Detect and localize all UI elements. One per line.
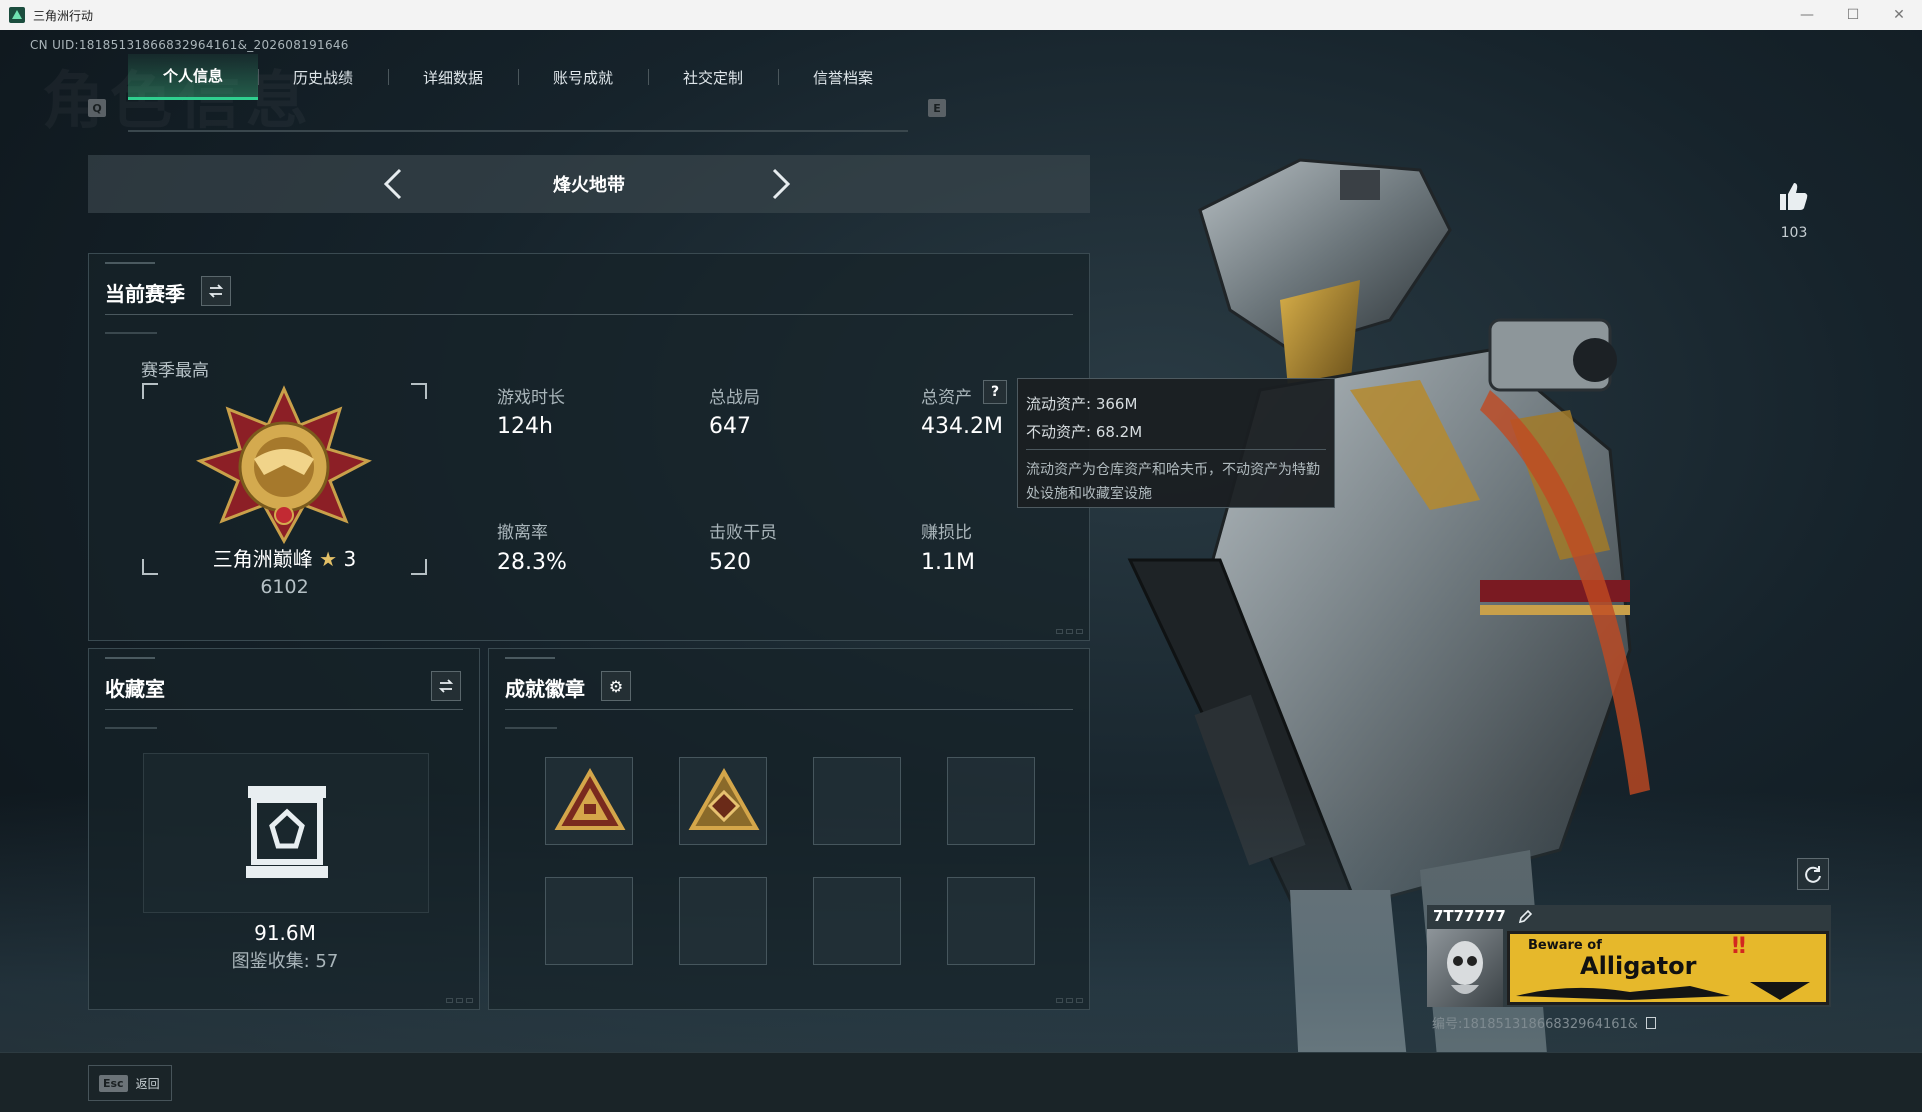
- stat-label: 赚损比: [921, 523, 972, 543]
- tab-next-key-hint[interactable]: E: [928, 99, 946, 117]
- back-label: 返回: [135, 1076, 160, 1091]
- rank-frame: 三角洲巅峰 ★ 3 6102: [142, 383, 427, 598]
- rank-emblem-icon: [196, 385, 372, 545]
- asset-help-button[interactable]: ?: [983, 380, 1007, 404]
- thumbs-up-icon[interactable]: [1776, 180, 1810, 214]
- copy-icon[interactable]: [1646, 1017, 1657, 1029]
- rank-stars: 3: [343, 547, 357, 571]
- refresh-character-button[interactable]: [1797, 858, 1829, 890]
- banner-big-text: Alligator: [1580, 952, 1697, 980]
- badge-slot[interactable]: [545, 877, 633, 965]
- window-title: 三角洲行动: [33, 8, 94, 23]
- collection-room-panel: 收藏室 91.6M 图鉴收集: 57: [88, 648, 480, 1010]
- edit-pencil-icon[interactable]: [1517, 909, 1533, 925]
- badge-settings-button[interactable]: ⚙: [601, 671, 631, 701]
- tab-prev-key-hint[interactable]: Q: [88, 99, 106, 117]
- question-icon: ?: [990, 384, 1000, 400]
- rank-star-icon: ★: [319, 547, 338, 571]
- tab-social-custom[interactable]: 社交定制: [648, 54, 778, 100]
- stat-value: 124h: [497, 414, 553, 439]
- switch-season-button[interactable]: [201, 276, 231, 306]
- badge-slot[interactable]: [679, 877, 767, 965]
- swap-icon: [438, 679, 454, 693]
- badge-icon: [554, 767, 626, 830]
- tab-match-history[interactable]: 历史战绩: [258, 54, 388, 100]
- stat-value: 647: [709, 414, 751, 439]
- stat-label: 游戏时长: [497, 388, 565, 408]
- tab-detailed-data[interactable]: 详细数据: [388, 54, 518, 100]
- collection-preview: [143, 753, 429, 913]
- window-controls: — ☐ ✕: [1784, 0, 1922, 30]
- panel-title: 收藏室: [105, 677, 165, 701]
- assets-tooltip: 流动资产: 366M 不动资产: 68.2M 流动资产为仓库资产和哈夫币，不动资…: [1017, 378, 1335, 508]
- panel-title: 当前赛季: [105, 282, 185, 306]
- tab-credit-record[interactable]: 信誉档案: [778, 54, 908, 100]
- achievement-badges-panel: 成就徽章 ⚙: [488, 648, 1090, 1010]
- window-titlebar: 三角洲行动 — ☐ ✕: [0, 0, 1922, 30]
- badge-slot[interactable]: [947, 757, 1035, 845]
- gear-icon: ⚙: [608, 676, 624, 696]
- stat-value: 520: [709, 550, 751, 575]
- tooltip-liquid-assets: 流动资产: 366M: [1026, 394, 1138, 413]
- collection-value: 91.6M: [254, 921, 316, 945]
- rank-score: 6102: [260, 576, 309, 598]
- switch-collection-button[interactable]: [431, 671, 461, 701]
- badge-slot[interactable]: [545, 757, 633, 845]
- uid-text: CN UID:18185131866832964161&_20260819164…: [30, 38, 349, 52]
- close-button[interactable]: ✕: [1876, 0, 1922, 30]
- panel-title: 成就徽章: [505, 677, 585, 701]
- stat-value: 1.1M: [921, 550, 975, 575]
- tab-bar: 个人信息 历史战绩 详细数据 账号成就 社交定制 信誉档案: [128, 54, 908, 132]
- app-logo-icon: [9, 7, 25, 23]
- collection-count: 图鉴收集: 57: [231, 951, 339, 972]
- tab-account-achievements[interactable]: 账号成就: [518, 54, 648, 100]
- alligator-icon: [1516, 982, 1810, 1000]
- tab-personal-info[interactable]: 个人信息: [128, 54, 258, 100]
- badge-slot[interactable]: [813, 757, 901, 845]
- stat-label: 总资产: [921, 388, 972, 408]
- badge-icon: [688, 767, 760, 830]
- stat-value: 434.2M: [921, 414, 1003, 439]
- mode-name: 烽火地带: [553, 175, 625, 196]
- player-banner[interactable]: Beware of Alligator ‼: [1507, 931, 1829, 1005]
- badge-slot[interactable]: [813, 877, 901, 965]
- badge-slot[interactable]: [947, 877, 1035, 965]
- stat-label: 总战局: [709, 388, 760, 408]
- avatar[interactable]: [1427, 929, 1503, 1007]
- player-nameplate: 7T77777 Beware of Alligator ‼: [1427, 905, 1831, 1007]
- swap-icon: [208, 284, 224, 298]
- season-best-label: 赛季最高: [141, 361, 209, 381]
- tooltip-description: 流动资产为仓库资产和哈夫币，不动资产为特勤处设施和收藏室设施: [1026, 462, 1320, 502]
- back-button[interactable]: Esc 返回: [88, 1065, 172, 1101]
- stat-label: 击败干员: [709, 523, 777, 543]
- bottom-bar: [0, 1052, 1922, 1112]
- like-count: 103: [1780, 225, 1808, 241]
- player-name: 7T77777: [1433, 907, 1506, 925]
- rank-name-row: 三角洲巅峰 ★ 3: [142, 543, 427, 572]
- display-case-icon: [246, 786, 328, 878]
- banner-exclamation: ‼: [1732, 934, 1746, 959]
- maximize-button[interactable]: ☐: [1830, 0, 1876, 30]
- esc-key-hint: Esc: [99, 1074, 128, 1092]
- minimize-button[interactable]: —: [1784, 0, 1830, 30]
- stat-label: 撤离率: [497, 523, 548, 543]
- skull-avatar-icon: [1447, 941, 1483, 994]
- stat-value: 28.3%: [497, 550, 567, 575]
- rank-name: 三角洲巅峰: [212, 547, 313, 571]
- banner-small-text: Beware of: [1528, 938, 1602, 953]
- player-serial: 编号:18185131866832964161&: [1432, 1013, 1657, 1032]
- tooltip-fixed-assets: 不动资产: 68.2M: [1026, 422, 1143, 441]
- mode-prev-arrow-icon[interactable]: [378, 167, 408, 201]
- badge-slot[interactable]: [679, 757, 767, 845]
- mode-selector: 烽火地带: [88, 155, 1090, 213]
- refresh-icon: [1805, 866, 1821, 883]
- mode-next-arrow-icon[interactable]: [766, 167, 796, 201]
